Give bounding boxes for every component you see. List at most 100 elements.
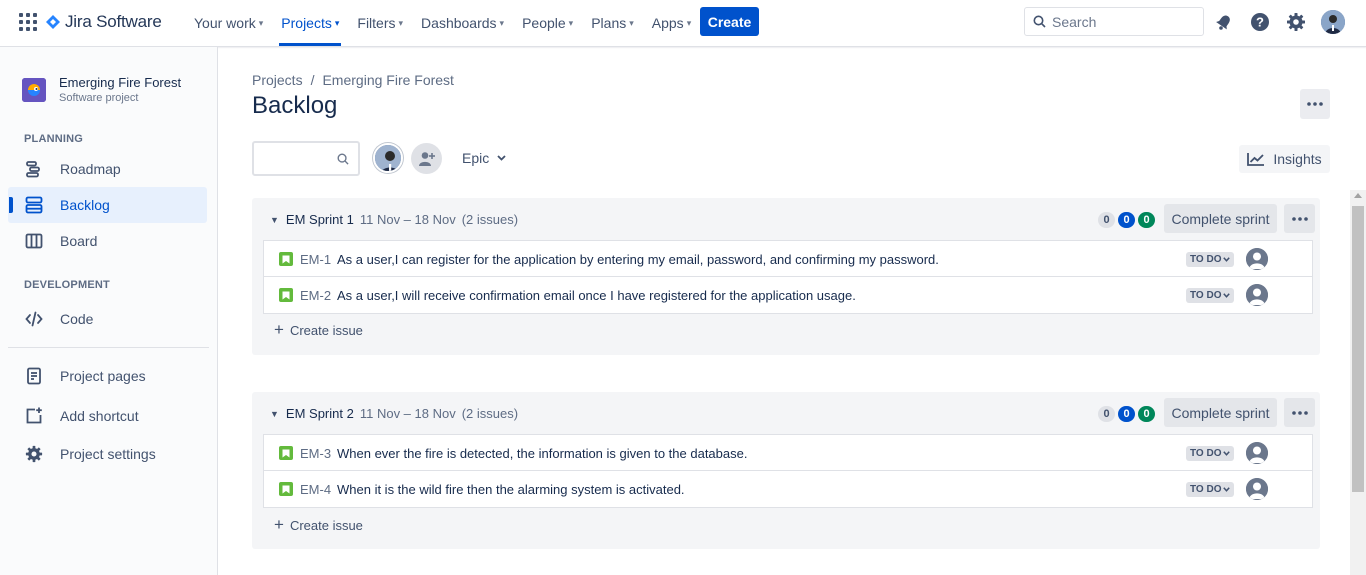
epic-filter-dropdown[interactable]: Epic (456, 145, 512, 171)
global-search[interactable] (1024, 7, 1204, 36)
story-icon (279, 446, 293, 460)
assignee-avatar[interactable] (1246, 442, 1268, 464)
sprint-more-button[interactable] (1284, 398, 1315, 427)
assignee-avatar[interactable] (1246, 478, 1268, 500)
complete-sprint-button[interactable]: Complete sprint (1164, 204, 1277, 233)
insights-chart-icon (1247, 153, 1265, 166)
chevron-down-icon: ▾ (499, 17, 505, 28)
sprint-issue-count: (2 issues) (461, 212, 519, 227)
sidebar-item-roadmap[interactable]: Roadmap (8, 151, 207, 187)
issue-key[interactable]: EM-3 (300, 446, 331, 461)
in-progress-count-badge: 0 (1118, 212, 1135, 228)
chevron-down-icon: ▾ (334, 17, 340, 28)
status-dropdown[interactable]: TO DO (1186, 482, 1235, 497)
sidebar-item-add-shortcut[interactable]: Add shortcut (8, 398, 207, 434)
sprint-container: ▼ EM Sprint 1 11 Nov – 18 Nov (2 issues)… (252, 198, 1320, 355)
backlog-main: Projects / Emerging Fire Forest Backlog … (218, 47, 1366, 575)
sprint-status-counts: 0 0 0 (1098, 212, 1155, 228)
sidebar-item-label: Add shortcut (60, 408, 139, 424)
issue-row[interactable]: EM-1 As a user,I can register for the ap… (264, 241, 1312, 277)
jira-logo[interactable]: Jira Software (46, 12, 162, 32)
sprint-more-button[interactable] (1284, 204, 1315, 233)
issue-summary: When it is the wild fire then the alarmi… (337, 482, 685, 497)
app-switcher-icon[interactable] (19, 13, 37, 31)
breadcrumb-project[interactable]: Emerging Fire Forest (322, 72, 453, 88)
notifications-icon[interactable] (1212, 10, 1236, 34)
issue-summary: As a user,I will receive confirmation em… (337, 288, 856, 303)
plus-icon: + (274, 515, 284, 534)
nav-plans[interactable]: Plans ▾ (585, 0, 640, 46)
settings-gear-icon[interactable] (1284, 10, 1308, 34)
add-people-button[interactable] (411, 143, 442, 174)
issue-list: EM-3 When ever the fire is detected, the… (263, 434, 1313, 508)
issue-row[interactable]: EM-3 When ever the fire is detected, the… (264, 435, 1312, 471)
status-dropdown[interactable]: TO DO (1186, 288, 1235, 303)
sprint-header[interactable]: ▼ EM Sprint 1 11 Nov – 18 Nov (2 issues)… (252, 198, 1320, 240)
chevron-down-icon: ▾ (258, 17, 264, 28)
more-horizontal-icon (1291, 410, 1308, 415)
nav-dashboards[interactable]: Dashboards ▾ (415, 0, 510, 46)
chevron-down-icon (1223, 487, 1231, 492)
project-type: Software project (59, 92, 139, 104)
sidebar-item-backlog[interactable]: Backlog (8, 187, 207, 223)
help-icon[interactable]: ? (1248, 10, 1272, 34)
epic-label: Epic (462, 150, 490, 166)
sprint-header[interactable]: ▼ EM Sprint 2 11 Nov – 18 Nov (2 issues)… (252, 392, 1320, 434)
backlog-search-input[interactable] (260, 149, 336, 165)
sprint-name: EM Sprint 1 (285, 212, 354, 227)
nav-projects[interactable]: Projects ▾ (275, 0, 345, 46)
chevron-down-icon (1223, 293, 1231, 298)
nav-your-work[interactable]: Your work ▾ (188, 0, 269, 46)
sidebar-item-board[interactable]: Board (8, 223, 207, 259)
chevron-down-icon[interactable]: ▼ (270, 215, 279, 225)
nav-apps[interactable]: Apps ▾ (646, 0, 697, 46)
page-more-button[interactable] (1300, 89, 1330, 119)
issue-key[interactable]: EM-1 (300, 252, 331, 267)
gear-icon (24, 444, 44, 464)
status-label: TO DO (1190, 448, 1222, 459)
roadmap-icon (24, 159, 44, 179)
create-button[interactable]: Create (700, 7, 759, 36)
scrollbar-thumb[interactable] (1352, 206, 1364, 492)
issue-row[interactable]: EM-4 When it is the wild fire then the a… (264, 471, 1312, 507)
search-icon (1033, 15, 1046, 28)
insights-button[interactable]: Insights (1239, 145, 1330, 173)
nav-filters[interactable]: Filters ▾ (351, 0, 409, 46)
assignee-avatar[interactable] (1246, 284, 1268, 306)
scroll-up-arrow-icon[interactable] (1354, 193, 1362, 198)
sprint-name: EM Sprint 2 (285, 406, 354, 421)
vertical-scrollbar[interactable] (1350, 190, 1366, 575)
sprint-container: ▼ EM Sprint 2 11 Nov – 18 Nov (2 issues)… (252, 392, 1320, 549)
nav-people[interactable]: People ▾ (516, 0, 579, 46)
add-person-icon (418, 151, 435, 166)
sidebar-item-project-pages[interactable]: Project pages (8, 358, 207, 394)
status-dropdown[interactable]: TO DO (1186, 252, 1235, 267)
sidebar-item-label: Project settings (60, 446, 156, 462)
search-icon (337, 153, 349, 165)
plus-icon: + (274, 320, 284, 339)
issue-row[interactable]: EM-2 As a user,I will receive confirmati… (264, 277, 1312, 313)
breadcrumb: Projects / Emerging Fire Forest (252, 72, 454, 88)
create-issue-button[interactable]: + Create issue (274, 515, 363, 535)
nav-label: Your work (194, 15, 256, 31)
svg-text:?: ? (1256, 15, 1264, 30)
project-avatar (22, 77, 46, 102)
sidebar-item-project-settings[interactable]: Project settings (8, 436, 207, 472)
profile-avatar[interactable] (1321, 10, 1345, 34)
chevron-down-icon: ▾ (629, 17, 634, 28)
create-issue-label: Create issue (289, 517, 363, 533)
issue-key[interactable]: EM-4 (300, 482, 331, 497)
status-dropdown[interactable]: TO DO (1186, 446, 1235, 461)
sidebar-item-code[interactable]: Code (8, 301, 207, 337)
complete-sprint-button[interactable]: Complete sprint (1164, 398, 1277, 427)
assignee-filter-avatar[interactable] (373, 143, 403, 173)
chevron-down-icon[interactable]: ▼ (270, 409, 279, 419)
project-header[interactable]: Emerging Fire Forest Software project (22, 75, 181, 104)
create-issue-button[interactable]: + Create issue (274, 320, 363, 340)
backlog-search[interactable] (252, 141, 360, 176)
done-count-badge: 0 (1138, 406, 1155, 422)
search-input[interactable] (1052, 13, 1192, 30)
breadcrumb-projects[interactable]: Projects (252, 72, 303, 88)
issue-key[interactable]: EM-2 (300, 288, 331, 303)
assignee-avatar[interactable] (1246, 248, 1268, 270)
